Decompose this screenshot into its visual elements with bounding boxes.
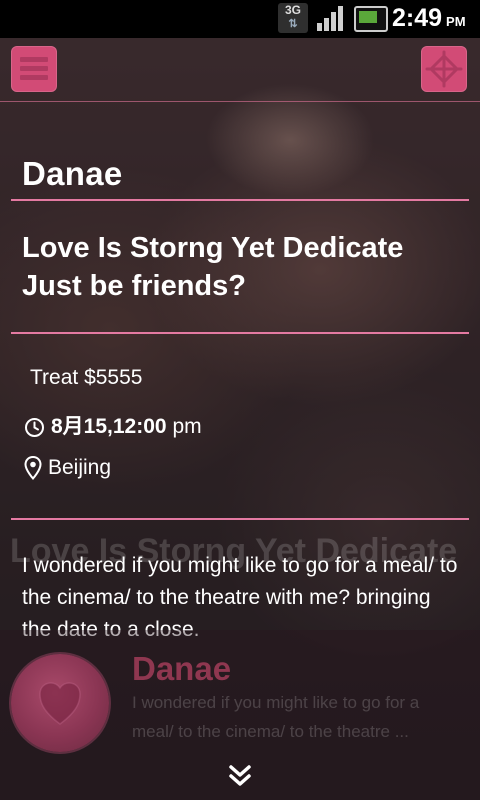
network-label: 3G [284,3,301,17]
card-message: I wondered if you might like to go for a… [132,688,462,746]
status-bar: 3G ⇅ 2:49 PM [0,0,480,38]
share-button[interactable] [421,46,467,92]
expand-more-button[interactable] [226,763,254,789]
date-title: Love Is Storng Yet Dedicate Just be frie… [22,229,462,305]
signal-strength-icon [316,3,346,33]
details-divider [11,518,469,520]
date-time-value: 8月15,12:00 [51,415,167,438]
card-name: Danae [132,650,232,687]
date-title-line1: Love Is Storng Yet Dedicate [22,232,404,264]
date-time-suffix: pm [172,415,202,438]
location-value: Beijing [48,456,112,479]
status-clock: 2:49 PM [392,4,466,34]
network-3g-icon: 3G ⇅ [278,3,308,33]
profile-name: Danae [22,155,123,192]
name-divider [11,199,469,201]
date-time-row: 8月15,12:00 pm [24,410,202,440]
location-pin-icon [24,456,42,481]
treat-amount: Treat $5555 [30,366,143,389]
menu-button[interactable] [11,46,57,92]
date-title-line2: Just be friends? [22,270,246,302]
heart-icon [39,682,81,725]
clock-icon [25,417,44,437]
battery-charging-icon [354,6,388,32]
clock-ampm: PM [446,14,466,29]
clock-time: 2:49 [392,4,443,32]
location-row: Beijing [24,456,112,481]
double-chevron-down-icon [229,765,251,786]
data-arrows-icon: ⇅ [288,18,298,30]
title-divider [11,332,469,334]
card-message-line1: I wondered if you might like to go for a [132,693,420,712]
share-icon [425,50,463,88]
header-divider [0,101,480,102]
like-button[interactable] [11,654,109,752]
card-message-line2: meal/ to the cinema/ to the theatre ... [132,722,409,741]
